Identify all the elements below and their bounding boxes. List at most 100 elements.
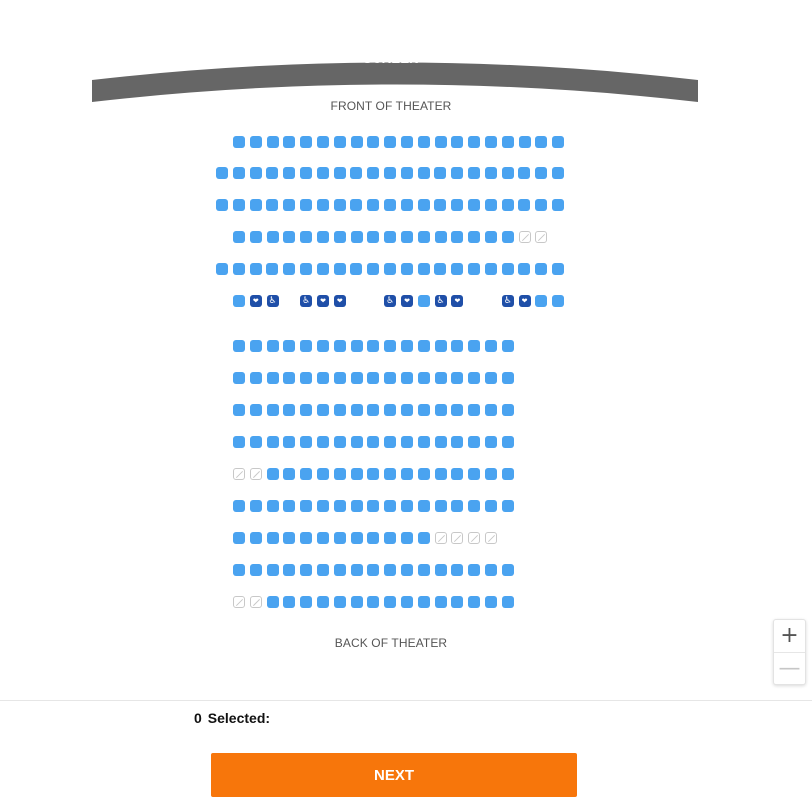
seat-available[interactable]	[283, 596, 296, 608]
seat-available[interactable]	[266, 564, 279, 576]
seat-available[interactable]	[266, 372, 279, 384]
seat-available[interactable]	[451, 436, 464, 448]
seat-available[interactable]	[300, 372, 313, 384]
seat-available[interactable]	[434, 136, 447, 148]
seat-available[interactable]	[367, 596, 380, 608]
seat-available[interactable]	[350, 404, 363, 416]
seat-available[interactable]	[333, 532, 346, 544]
seat-available[interactable]	[384, 372, 397, 384]
seat-available[interactable]	[485, 136, 497, 148]
seat-available[interactable]	[485, 372, 497, 384]
zoom-in-button[interactable]: +	[774, 620, 805, 651]
seat-available[interactable]	[317, 136, 329, 148]
seat-available[interactable]	[501, 199, 514, 211]
seat-available[interactable]	[216, 167, 228, 179]
seat-available[interactable]	[417, 404, 430, 416]
seat-available[interactable]	[501, 372, 514, 384]
seat-available[interactable]	[266, 167, 279, 179]
seat-available[interactable]	[300, 167, 312, 179]
seat-available[interactable]	[333, 404, 346, 416]
seat-available[interactable]	[501, 167, 514, 179]
seat-available[interactable]	[317, 231, 329, 243]
seat-available[interactable]	[317, 372, 329, 384]
seat-available[interactable]	[300, 263, 312, 275]
zoom-out-button[interactable]: —	[774, 652, 805, 684]
seat-available[interactable]	[333, 199, 346, 211]
seat-available[interactable]	[300, 564, 313, 576]
seat-available[interactable]	[535, 167, 548, 179]
seat-available[interactable]	[249, 263, 262, 275]
seat-available[interactable]	[384, 436, 397, 448]
seat-available[interactable]	[501, 564, 514, 576]
seat-available[interactable]	[401, 500, 413, 512]
seat-available[interactable]	[283, 468, 296, 480]
seat-available[interactable]	[384, 532, 397, 544]
seat-available[interactable]	[249, 564, 262, 576]
seat-available[interactable]	[401, 404, 413, 416]
seat-available[interactable]	[350, 436, 363, 448]
seat-available[interactable]	[451, 263, 464, 275]
companion-seat-icon[interactable]: ❤	[317, 295, 329, 307]
seat-available[interactable]	[249, 532, 262, 544]
seat-available[interactable]	[417, 263, 430, 275]
companion-seat-icon[interactable]: ❤	[401, 295, 413, 307]
seat-available[interactable]	[468, 404, 481, 416]
seat-available[interactable]	[468, 199, 480, 211]
seat-available[interactable]	[401, 372, 413, 384]
seat-available[interactable]	[485, 468, 497, 480]
seat-available[interactable]	[333, 231, 346, 243]
seat-available[interactable]	[367, 340, 380, 352]
seat-available[interactable]	[401, 340, 413, 352]
seat-available[interactable]	[233, 564, 245, 576]
seat-available[interactable]	[434, 468, 447, 480]
seat-available[interactable]	[417, 231, 430, 243]
seat-available[interactable]	[501, 340, 514, 352]
seat-available[interactable]	[501, 136, 514, 148]
seat-available[interactable]	[468, 231, 481, 243]
seat-available[interactable]	[417, 295, 430, 307]
seat-available[interactable]	[451, 340, 464, 352]
seat-available[interactable]	[417, 532, 430, 544]
seat-available[interactable]	[367, 167, 380, 179]
seat-available[interactable]	[317, 500, 329, 512]
seat-available[interactable]	[333, 167, 346, 179]
seat-available[interactable]	[417, 436, 430, 448]
seat-available[interactable]	[350, 231, 363, 243]
wheelchair-seat-icon[interactable]: ♿	[434, 295, 447, 307]
seat-available[interactable]	[367, 404, 380, 416]
seat-available[interactable]	[485, 564, 497, 576]
seat-available[interactable]	[283, 372, 296, 384]
seat-available[interactable]	[400, 263, 413, 275]
seat-available[interactable]	[266, 199, 279, 211]
seat-available[interactable]	[434, 231, 447, 243]
seat-available[interactable]	[451, 231, 464, 243]
seat-available[interactable]	[552, 295, 565, 307]
seat-available[interactable]	[266, 340, 279, 352]
seat-available[interactable]	[451, 500, 464, 512]
seat-available[interactable]	[501, 596, 514, 608]
seat-available[interactable]	[300, 404, 313, 416]
seat-available[interactable]	[384, 564, 397, 576]
seat-available[interactable]	[350, 564, 363, 576]
seat-available[interactable]	[468, 436, 481, 448]
seat-available[interactable]	[333, 136, 346, 148]
seat-available[interactable]	[266, 532, 279, 544]
seat-available[interactable]	[451, 404, 464, 416]
seat-available[interactable]	[468, 263, 480, 275]
seat-available[interactable]	[417, 596, 430, 608]
seat-available[interactable]	[401, 231, 413, 243]
seat-available[interactable]	[350, 468, 363, 480]
seat-available[interactable]	[417, 167, 430, 179]
seat-available[interactable]	[484, 199, 497, 211]
seat-available[interactable]	[451, 199, 464, 211]
seat-available[interactable]	[501, 500, 514, 512]
seat-available[interactable]	[350, 340, 363, 352]
seat-available[interactable]	[484, 167, 497, 179]
seat-available[interactable]	[451, 468, 464, 480]
seat-available[interactable]	[400, 167, 413, 179]
seat-available[interactable]	[501, 263, 514, 275]
seat-available[interactable]	[283, 263, 296, 275]
seat-available[interactable]	[233, 404, 245, 416]
seat-available[interactable]	[266, 404, 279, 416]
seat-available[interactable]	[249, 372, 262, 384]
